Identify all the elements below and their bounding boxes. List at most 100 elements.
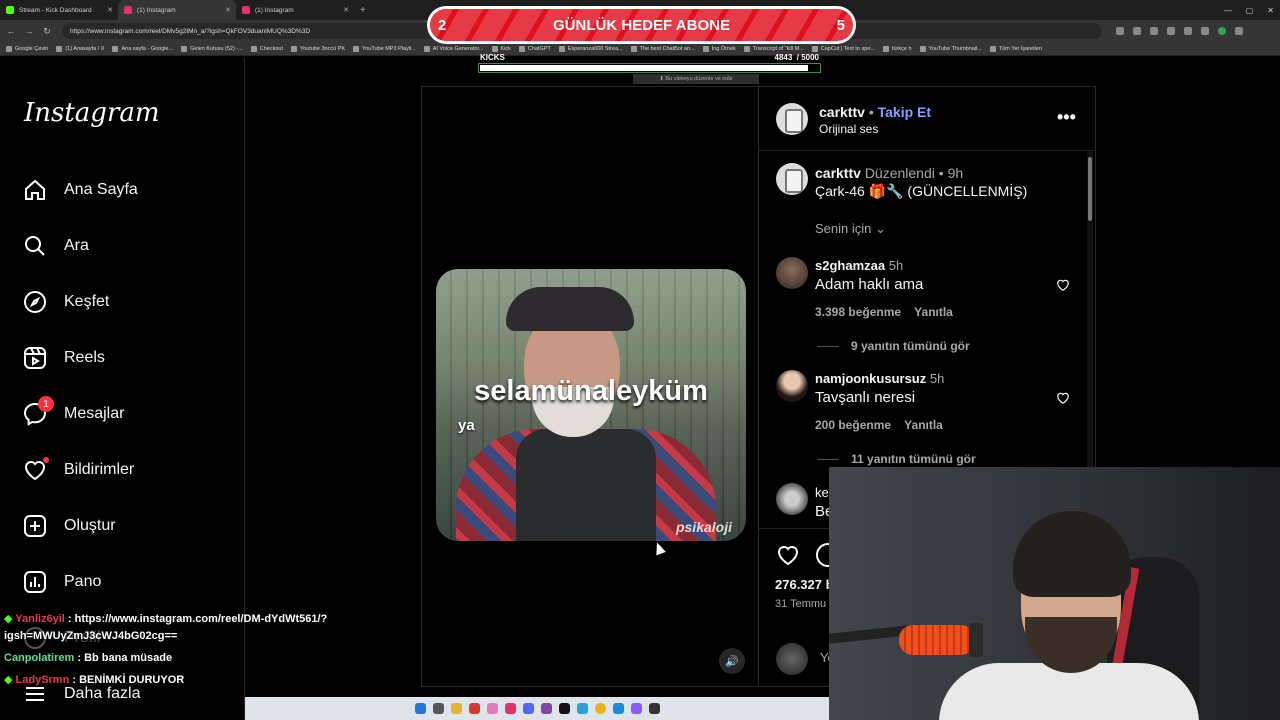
app-icon[interactable] [468,703,480,714]
author-avatar[interactable] [776,103,808,135]
author-avatar[interactable] [776,163,808,195]
close-icon[interactable]: ✕ [343,6,349,14]
bookmark-item[interactable]: Checkout [250,45,283,52]
instagram-app-icon[interactable] [504,703,516,714]
star-icon[interactable] [1150,27,1158,35]
comment-filter[interactable]: Senin için ⌄ [815,221,886,237]
extension-icon[interactable] [1133,27,1141,35]
edited-label: Düzenlendi [864,165,935,181]
bookmark-item[interactable]: İng Örnek [702,45,736,52]
discord-icon[interactable] [522,703,534,714]
bookmark-item[interactable]: Transcript of "kill M... [743,45,804,52]
file-explorer-icon[interactable] [450,703,462,714]
bookmark-label: YouTube MP3 Playli... [362,45,416,52]
follow-button[interactable]: Takip Et [878,104,931,120]
nav-create[interactable]: Oluştur [22,511,116,541]
bookmark-item[interactable]: YouTube Thumbnail... [919,45,982,52]
chrome-icon[interactable] [594,703,606,714]
comment-user[interactable]: s2ghamzaa [815,258,885,273]
extension-icon[interactable] [1167,27,1175,35]
messenger-icon: 1 [22,396,54,427]
browser-menu-icon[interactable] [1235,27,1243,35]
browser-tab-instagram-active[interactable]: (1) Instagram ✕ [118,0,236,20]
bookmark-item[interactable]: ChatGPT [518,45,551,52]
commenter-avatar[interactable] [776,257,808,289]
comment-likes[interactable]: 200 beğenme [815,418,891,432]
bookmark-item[interactable]: AI Voice Generator... [423,45,484,52]
bookmark-item[interactable]: CapCut | Text to spe... [811,45,875,52]
browser-tab-instagram[interactable]: (1) Instagram ✕ [236,0,354,20]
windows-start-icon[interactable] [414,703,426,714]
bookmark-item[interactable]: Ana sayfa - Google... [112,45,173,52]
task-view-icon[interactable] [432,703,444,714]
like-comment-icon[interactable] [1056,391,1070,405]
bookmark-label: Transcript of "kill M... [752,45,804,52]
nav-search[interactable]: Ara [22,231,89,261]
maximize-icon[interactable]: ▢ [1246,6,1254,15]
nav-explore[interactable]: Keşfet [22,287,109,317]
nav-notifications[interactable]: Bildirimler [22,455,134,485]
reload-icon[interactable]: ↻ [40,26,54,37]
commenter-avatar[interactable] [776,370,808,402]
post-likes[interactable]: 276.327 b [775,577,834,592]
more-options-icon[interactable]: ••• [1057,107,1076,128]
nav-label: Oluştur [64,517,116,534]
comment-user[interactable]: ke [815,485,829,500]
nav-home[interactable]: Ana Sayfa [22,175,138,205]
extension-icon[interactable] [1201,27,1209,35]
scrollbar-thumb[interactable] [1088,157,1092,221]
close-icon[interactable]: ✕ [225,6,231,14]
like-post-icon[interactable] [776,543,802,569]
app-icon[interactable] [648,703,660,714]
new-tab-button[interactable]: + [354,5,372,16]
mute-button[interactable]: 🔊 [719,648,745,674]
bookmark-item[interactable]: (1) Anasayfa / X [56,45,104,52]
close-icon[interactable]: ✕ [107,6,113,14]
extension-icon[interactable] [1116,27,1124,35]
reel-video[interactable]: selamünaleyküm ya psikaloji [436,269,746,541]
bookmark-item[interactable]: Youtube 3nccü PK [290,45,345,52]
bookmark-item[interactable]: Esperanza000 Strea... [558,45,623,52]
view-replies-button[interactable]: 11 yanıtın tümünü gör [817,452,976,466]
forward-icon[interactable]: → [22,26,36,36]
app-icon[interactable] [612,703,624,714]
bookmark-item[interactable]: Kick [491,45,511,52]
bookmark-item[interactable]: türkçe h [882,45,912,52]
app-icon[interactable] [540,703,552,714]
post-author[interactable]: carkttv [819,104,865,120]
reply-button[interactable]: Yanıtla [914,305,953,319]
back-icon[interactable]: ← [4,26,18,36]
description-author[interactable]: carkttv [815,165,861,181]
view-replies-button[interactable]: 9 yanıtın tümünü gör [817,339,970,353]
bookmark-item[interactable]: YouTube MP3 Playli... [353,45,416,52]
instagram-logo[interactable]: Instagram [24,98,160,128]
profile-avatar-icon[interactable] [1218,27,1226,35]
commenter-avatar[interactable] [776,483,808,515]
like-comment-icon[interactable] [1056,278,1070,292]
minimize-icon[interactable]: — [1224,6,1232,15]
bookmark-item[interactable]: Gelen Kutusu (52) -... [181,45,243,52]
app-icon[interactable] [576,703,588,714]
nav-reels[interactable]: Reels [22,343,105,373]
reel-player[interactable]: selamünaleyküm ya psikaloji 🔊 [421,86,759,687]
microphone [899,625,975,655]
tiktok-icon[interactable] [558,703,570,714]
bookmark-label: Gelen Kutusu (52) -... [190,45,243,52]
app-icon[interactable] [630,703,642,714]
bookmark-item[interactable]: Tüm Yer İşaretleri [989,45,1042,52]
comment-likes[interactable]: 3.398 beğenme [815,305,901,319]
bookmark-item[interactable]: Google Çeviri [6,45,48,52]
nav-dashboard[interactable]: Pano [22,567,101,597]
browser-tab-kick[interactable]: Stream - Kick Dashboard ✕ [0,0,118,20]
reels-icon [22,345,48,371]
window-close-icon[interactable]: ✕ [1267,6,1274,15]
nav-messages[interactable]: 1 Mesajlar [22,396,124,429]
comment-user[interactable]: namjoonkusursuz [815,371,926,386]
reply-button[interactable]: Yanıtla [904,418,943,432]
app-icon[interactable] [486,703,498,714]
audio-label[interactable]: Orijinal ses [819,122,878,136]
download-tooltip[interactable]: ⬇ Bu videoyu düzenle ve indir [633,74,759,84]
bookmark-item[interactable]: The best ChatBot an... [630,45,695,52]
view-replies-label: 9 yanıtın tümünü gör [851,339,970,353]
extension-icon[interactable] [1184,27,1192,35]
